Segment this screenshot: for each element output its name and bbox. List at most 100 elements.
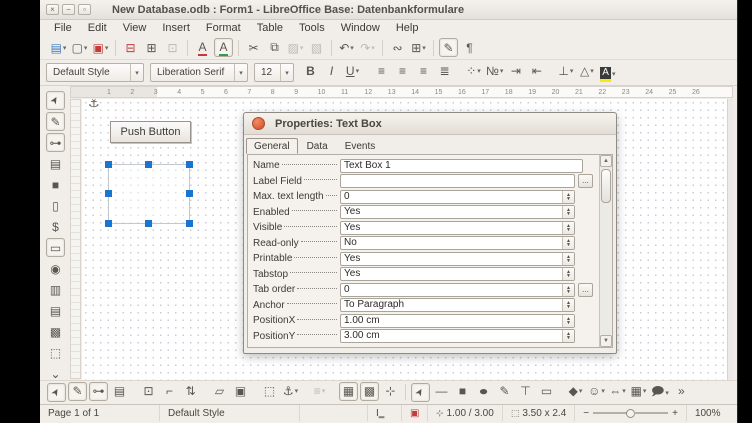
drawing-select-button[interactable]: ➤ — [411, 383, 430, 402]
tab-general[interactable]: General — [246, 138, 298, 154]
menu-view[interactable]: View — [115, 22, 155, 34]
freeform-line-button[interactable]: ✎ — [495, 382, 514, 401]
formatted-field-button[interactable]: ▭ — [46, 238, 65, 257]
spin-down-icon[interactable]: ▼ — [566, 321, 571, 325]
font-name-dropdown-icon[interactable]: ▾ — [234, 64, 247, 81]
cursor-position-status[interactable]: ⊹ 1.00 / 3.00 — [428, 405, 503, 421]
spinner-control[interactable]: ▲▼ — [562, 268, 574, 280]
dropdown-caret-icon[interactable]: ▾ — [665, 389, 669, 397]
decrease-indent-button[interactable]: ⇤ — [527, 61, 546, 80]
unordered-list-button[interactable]: ⁘▾ — [464, 61, 483, 80]
menu-tools[interactable]: Tools — [291, 22, 333, 34]
design-mode-button[interactable]: ✎ — [46, 112, 65, 131]
highlight-color-button[interactable]: A▾ — [598, 65, 617, 84]
copy-button[interactable]: ⧉ — [265, 38, 284, 57]
push-button-tool[interactable]: ■ — [46, 175, 65, 194]
scroll-up-icon[interactable]: ▲ — [600, 155, 612, 167]
spinner-control[interactable]: ▲▼ — [562, 237, 574, 249]
spinner-control[interactable]: ▲▼ — [562, 315, 574, 327]
menu-edit[interactable]: Edit — [80, 22, 115, 34]
dropdown-caret-icon[interactable]: ▾ — [295, 387, 299, 395]
dropdown-caret-icon[interactable]: ▾ — [105, 44, 109, 52]
scroll-down-icon[interactable]: ▼ — [600, 335, 612, 347]
line-spacing-button[interactable]: ⊥▾ — [556, 61, 575, 80]
flowchart-button[interactable]: ▦▾ — [629, 382, 648, 401]
open-button[interactable]: ▢▾ — [70, 38, 89, 57]
insert-hyperlink-button[interactable]: ∾ — [388, 38, 407, 57]
property-input-max-text-length[interactable]: 0▲▼ — [340, 190, 575, 204]
text-box-tool[interactable]: ▯ — [46, 196, 65, 215]
ordered-list-button[interactable]: №▾ — [485, 61, 504, 80]
spin-down-icon[interactable]: ▼ — [566, 259, 571, 263]
check-box-button[interactable]: ▩ — [46, 322, 65, 341]
resize-handle-se[interactable] — [186, 220, 193, 227]
property-input-anchor[interactable]: To Paragraph▲▼ — [340, 298, 575, 312]
dropdown-caret-icon[interactable]: ▾ — [322, 387, 326, 395]
vertical-ruler[interactable] — [70, 99, 81, 379]
form-navigator-button[interactable]: ▤ — [110, 382, 129, 401]
resize-handle-w[interactable] — [105, 190, 112, 197]
titlebar[interactable]: × − ▫ New Database.odb : Form1 - LibreOf… — [40, 0, 737, 20]
align-left-button[interactable]: ≡ — [372, 61, 391, 80]
display-grid-button[interactable]: ▦ — [339, 382, 358, 401]
browse-more-button[interactable]: ... — [578, 283, 593, 297]
resize-handle-s[interactable] — [145, 220, 152, 227]
dropdown-caret-icon[interactable]: ▾ — [570, 67, 574, 75]
font-color-button[interactable]: A — [214, 38, 233, 57]
option-button-tool[interactable]: ◉ — [46, 259, 65, 278]
basic-shapes-button[interactable]: ◆▾ — [566, 382, 585, 401]
property-input-read-only[interactable]: No▲▼ — [340, 236, 575, 250]
spin-down-icon[interactable]: ▼ — [566, 197, 571, 201]
insert-table-button[interactable]: ⊞▾ — [409, 38, 428, 57]
resize-handle-nw[interactable] — [105, 161, 112, 168]
dropdown-caret-icon[interactable]: ▾ — [356, 67, 360, 75]
property-input-positiony[interactable]: 3.00 cm▲▼ — [340, 329, 575, 343]
document-modified-status[interactable]: ▣ — [402, 405, 428, 421]
redo-button[interactable]: ↷▾ — [358, 38, 377, 57]
property-input-positionx[interactable]: 1.00 cm▲▼ — [340, 314, 575, 328]
dropdown-caret-icon[interactable]: ▾ — [63, 44, 67, 52]
page-count-status[interactable]: Page 1 of 1 — [40, 405, 160, 421]
property-input-label-field[interactable] — [340, 174, 575, 188]
align-objects-button[interactable]: ≡▾ — [310, 382, 329, 401]
spinner-control[interactable]: ▲▼ — [562, 206, 574, 218]
dropdown-caret-icon[interactable]: ▾ — [579, 387, 583, 395]
align-center-button[interactable]: ≡ — [393, 61, 412, 80]
dropdown-caret-icon[interactable]: ▾ — [612, 70, 616, 78]
block-arrows-button[interactable]: ⇔▾ — [608, 382, 627, 401]
dropdown-caret-icon[interactable]: ▾ — [622, 387, 626, 395]
resize-handle-ne[interactable] — [186, 161, 193, 168]
new-form-document-button[interactable]: ▤▾ — [49, 38, 68, 57]
insert-text-box-button[interactable]: ⊤ — [516, 382, 535, 401]
insert-line-button[interactable]: — — [432, 382, 451, 401]
property-input-printable[interactable]: Yes▲▼ — [340, 252, 575, 266]
underline-button[interactable]: U▾ — [343, 61, 362, 80]
select-button[interactable]: ➤ — [47, 383, 66, 402]
selection-mode-status[interactable]: I‗ — [368, 405, 402, 421]
language-status[interactable] — [300, 405, 368, 421]
rectangle-button[interactable]: ■ — [453, 382, 472, 401]
toolbar-overflow-button[interactable]: » — [672, 382, 691, 401]
font-size-dropdown-icon[interactable]: ▾ — [280, 64, 293, 81]
dropdown-caret-icon[interactable]: ▾ — [422, 44, 426, 52]
print-button[interactable]: ⊞ — [142, 38, 161, 57]
design-mode-toggle-button[interactable]: ✎ — [68, 382, 87, 401]
horizontal-ruler[interactable]: 1234567891011121314151617181920212223242… — [70, 86, 733, 98]
wizard-toggle-button[interactable]: ⊶ — [89, 382, 108, 401]
resize-handle-sw[interactable] — [105, 220, 112, 227]
dropdown-caret-icon[interactable]: ▾ — [300, 44, 304, 52]
font-name-combo[interactable]: Liberation Serif ▾ — [150, 63, 248, 82]
spin-down-icon[interactable]: ▼ — [566, 336, 571, 340]
spin-down-icon[interactable]: ▼ — [566, 243, 571, 247]
dropdown-caret-icon[interactable]: ▾ — [643, 387, 647, 395]
position-size-button[interactable]: ⬚ — [260, 382, 279, 401]
increase-indent-button[interactable]: ⇥ — [506, 61, 525, 80]
dropdown-caret-icon[interactable]: ▾ — [601, 387, 605, 395]
combo-box-button[interactable]: ▤ — [46, 301, 65, 320]
menu-format[interactable]: Format — [198, 22, 249, 34]
scrollbar-thumb[interactable] — [601, 169, 611, 203]
page-style-status[interactable]: Default Style — [160, 405, 300, 421]
tab-events[interactable]: Events — [337, 138, 384, 154]
label-field-button[interactable]: ▤ — [46, 154, 65, 173]
window-close-button[interactable]: × — [46, 4, 59, 15]
